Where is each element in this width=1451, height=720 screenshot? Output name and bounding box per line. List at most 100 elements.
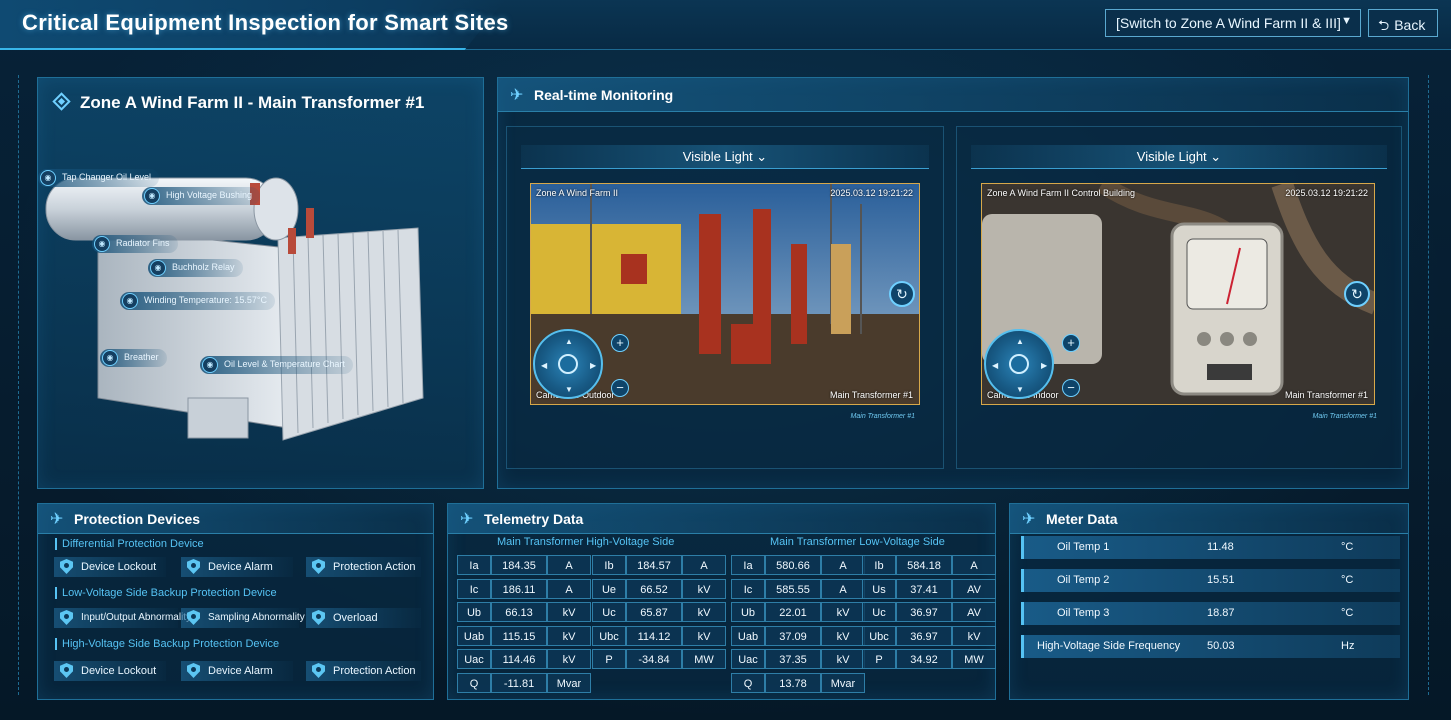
- telemetry-param: Q: [731, 672, 765, 693]
- shield-icon: [187, 559, 200, 574]
- telemetry-unit: A: [547, 555, 591, 575]
- satellite-icon: ✈: [460, 511, 474, 528]
- telemetry-unit: kV: [821, 625, 865, 646]
- camera-footer: Main Transformer #1: [850, 413, 915, 420]
- camera-asset: Main Transformer #1: [1284, 390, 1368, 400]
- telemetry-unit: AV: [952, 578, 996, 599]
- protection-status-chip[interactable]: Device Lockout: [54, 661, 166, 681]
- telemetry-unit: A: [821, 578, 865, 599]
- telemetry-param: P: [592, 649, 626, 669]
- protection-status-chip[interactable]: Device Lockout: [54, 557, 166, 577]
- telemetry-value: 580.66: [765, 555, 821, 575]
- telemetry-unit: A: [682, 555, 726, 575]
- shield-icon: [312, 610, 325, 625]
- telemetry-param: Ib: [862, 555, 896, 575]
- ptz-control[interactable]: ▲ ▼ ◀ ▶: [984, 329, 1054, 399]
- tag-high-voltage-bushing[interactable]: ◉ High Voltage Bushing: [142, 187, 261, 205]
- header-bar: Critical Equipment Inspection for Smart …: [0, 0, 1451, 50]
- camera-frame-1: Visible Light ⌄ Zone A Wind Farm II 2025…: [506, 126, 944, 469]
- shield-icon: [60, 663, 73, 678]
- arrow-left-icon[interactable]: ◀: [992, 361, 998, 370]
- protection-status-chip[interactable]: Protection Action: [306, 557, 421, 577]
- camera-mode-select[interactable]: Visible Light ⌄: [521, 145, 929, 169]
- telemetry-param: Ubc: [592, 625, 626, 646]
- panel-title: Real-time Monitoring: [534, 87, 674, 103]
- camera-mode-select[interactable]: Visible Light ⌄: [971, 145, 1387, 169]
- refresh-icon[interactable]: ↻: [1344, 281, 1370, 307]
- protection-status-chip[interactable]: Device Alarm: [181, 557, 293, 577]
- telemetry-value: 65.87: [626, 602, 682, 622]
- camera-timestamp: 2025.03.12 19:21:22: [1285, 188, 1368, 198]
- tag-breather[interactable]: ◉ Breather: [100, 349, 167, 367]
- camera-icon: ◉: [40, 170, 56, 186]
- zoom-in-button[interactable]: +: [611, 334, 629, 352]
- tag-buchholz-relay[interactable]: ◉ Buchholz Relay: [148, 259, 243, 277]
- telemetry-param: Q: [457, 672, 491, 693]
- panel-title: Telemetry Data: [484, 511, 584, 527]
- zone-switch-label: [Switch to Zone A Wind Farm II & III]: [1116, 15, 1341, 31]
- arrow-left-icon[interactable]: ◀: [541, 361, 547, 370]
- zoom-out-button[interactable]: −: [1062, 379, 1080, 397]
- zone-switch-select[interactable]: [Switch to Zone A Wind Farm II & III] ▼: [1105, 9, 1361, 37]
- telemetry-unit: A: [952, 555, 996, 575]
- telemetry-param: Ic: [731, 578, 765, 599]
- arrow-down-icon[interactable]: ▼: [565, 385, 573, 394]
- telemetry-value: 115.15: [491, 625, 547, 646]
- refresh-icon[interactable]: ↻: [889, 281, 915, 307]
- satellite-icon: ✈: [50, 511, 64, 528]
- protection-status-chip[interactable]: Overload: [306, 608, 421, 628]
- telemetry-value: -34.84: [626, 649, 682, 669]
- telemetry-value: 34.92: [896, 649, 952, 669]
- camera-icon: ◉: [150, 260, 166, 276]
- camera-feed-1[interactable]: Zone A Wind Farm II 2025.03.12 19:21:22 …: [530, 183, 920, 405]
- ptz-center-icon[interactable]: [558, 354, 578, 374]
- telemetry-param: Ib: [592, 555, 626, 575]
- tag-radiator-fins[interactable]: ◉ Radiator Fins: [92, 235, 178, 253]
- telemetry-unit: kV: [682, 578, 726, 599]
- camera-icon: ◉: [102, 350, 118, 366]
- telemetry-param: Ue: [592, 578, 626, 599]
- telemetry-value: 36.97: [896, 602, 952, 622]
- protection-status-chip[interactable]: Sampling Abnormality: [181, 608, 305, 628]
- telemetry-param: Uac: [731, 649, 765, 669]
- left-edge-decoration: [18, 75, 22, 695]
- transformer-3d-model[interactable]: [38, 78, 485, 490]
- telemetry-value: -11.81: [491, 672, 547, 693]
- realtime-monitoring-panel: ✈ Real-time Monitoring Visible Light ⌄ Z…: [497, 77, 1409, 489]
- tag-winding-temperature[interactable]: ◉ Winding Temperature: 15.57°C: [120, 292, 275, 310]
- protection-status-chip[interactable]: Device Alarm: [181, 661, 293, 681]
- zoom-in-button[interactable]: +: [1062, 334, 1080, 352]
- telemetry-value: 114.46: [491, 649, 547, 669]
- panel-header: ✈ Meter Data: [1010, 504, 1408, 534]
- arrow-up-icon[interactable]: ▲: [1016, 337, 1024, 346]
- telemetry-unit: Mvar: [547, 672, 591, 693]
- telemetry-unit: kV: [547, 625, 591, 646]
- return-arrow-icon: ⮌: [1378, 17, 1390, 33]
- arrow-right-icon[interactable]: ▶: [1041, 361, 1047, 370]
- telemetry-value: 13.78: [765, 672, 821, 693]
- ptz-control[interactable]: ▲ ▼ ◀ ▶: [533, 329, 603, 399]
- zoom-out-button[interactable]: −: [611, 379, 629, 397]
- telemetry-param: Ub: [731, 602, 765, 622]
- camera-feed-2[interactable]: Zone A Wind Farm II Control Building 202…: [981, 183, 1375, 405]
- camera-location: Zone A Wind Farm II Control Building: [987, 188, 1136, 198]
- protection-status-chip[interactable]: Input/Output Abnormality: [54, 608, 191, 628]
- tag-oil-level-temperature-chart[interactable]: ◉ Oil Level & Temperature Chart: [200, 356, 353, 374]
- telemetry-value: 36.97: [896, 625, 952, 646]
- shield-icon: [60, 610, 73, 625]
- arrow-down-icon[interactable]: ▼: [1016, 385, 1024, 394]
- panel-header: ✈ Protection Devices: [38, 504, 433, 534]
- telemetry-param: Uac: [457, 649, 491, 669]
- telemetry-unit: kV: [952, 625, 996, 646]
- arrow-right-icon[interactable]: ▶: [590, 361, 596, 370]
- protection-status-chip[interactable]: Protection Action: [306, 661, 421, 681]
- back-button[interactable]: ⮌ Back: [1368, 9, 1438, 37]
- protection-group-label: High-Voltage Side Backup Protection Devi…: [55, 638, 279, 650]
- ptz-center-icon[interactable]: [1009, 354, 1029, 374]
- telemetry-unit: MW: [952, 649, 996, 669]
- arrow-up-icon[interactable]: ▲: [565, 337, 573, 346]
- tag-tap-changer-oil-level[interactable]: ◉ Tap Changer Oil Level: [38, 169, 160, 187]
- camera-icon: ◉: [122, 293, 138, 309]
- shield-icon: [312, 663, 325, 678]
- telemetry-unit: AV: [952, 602, 996, 622]
